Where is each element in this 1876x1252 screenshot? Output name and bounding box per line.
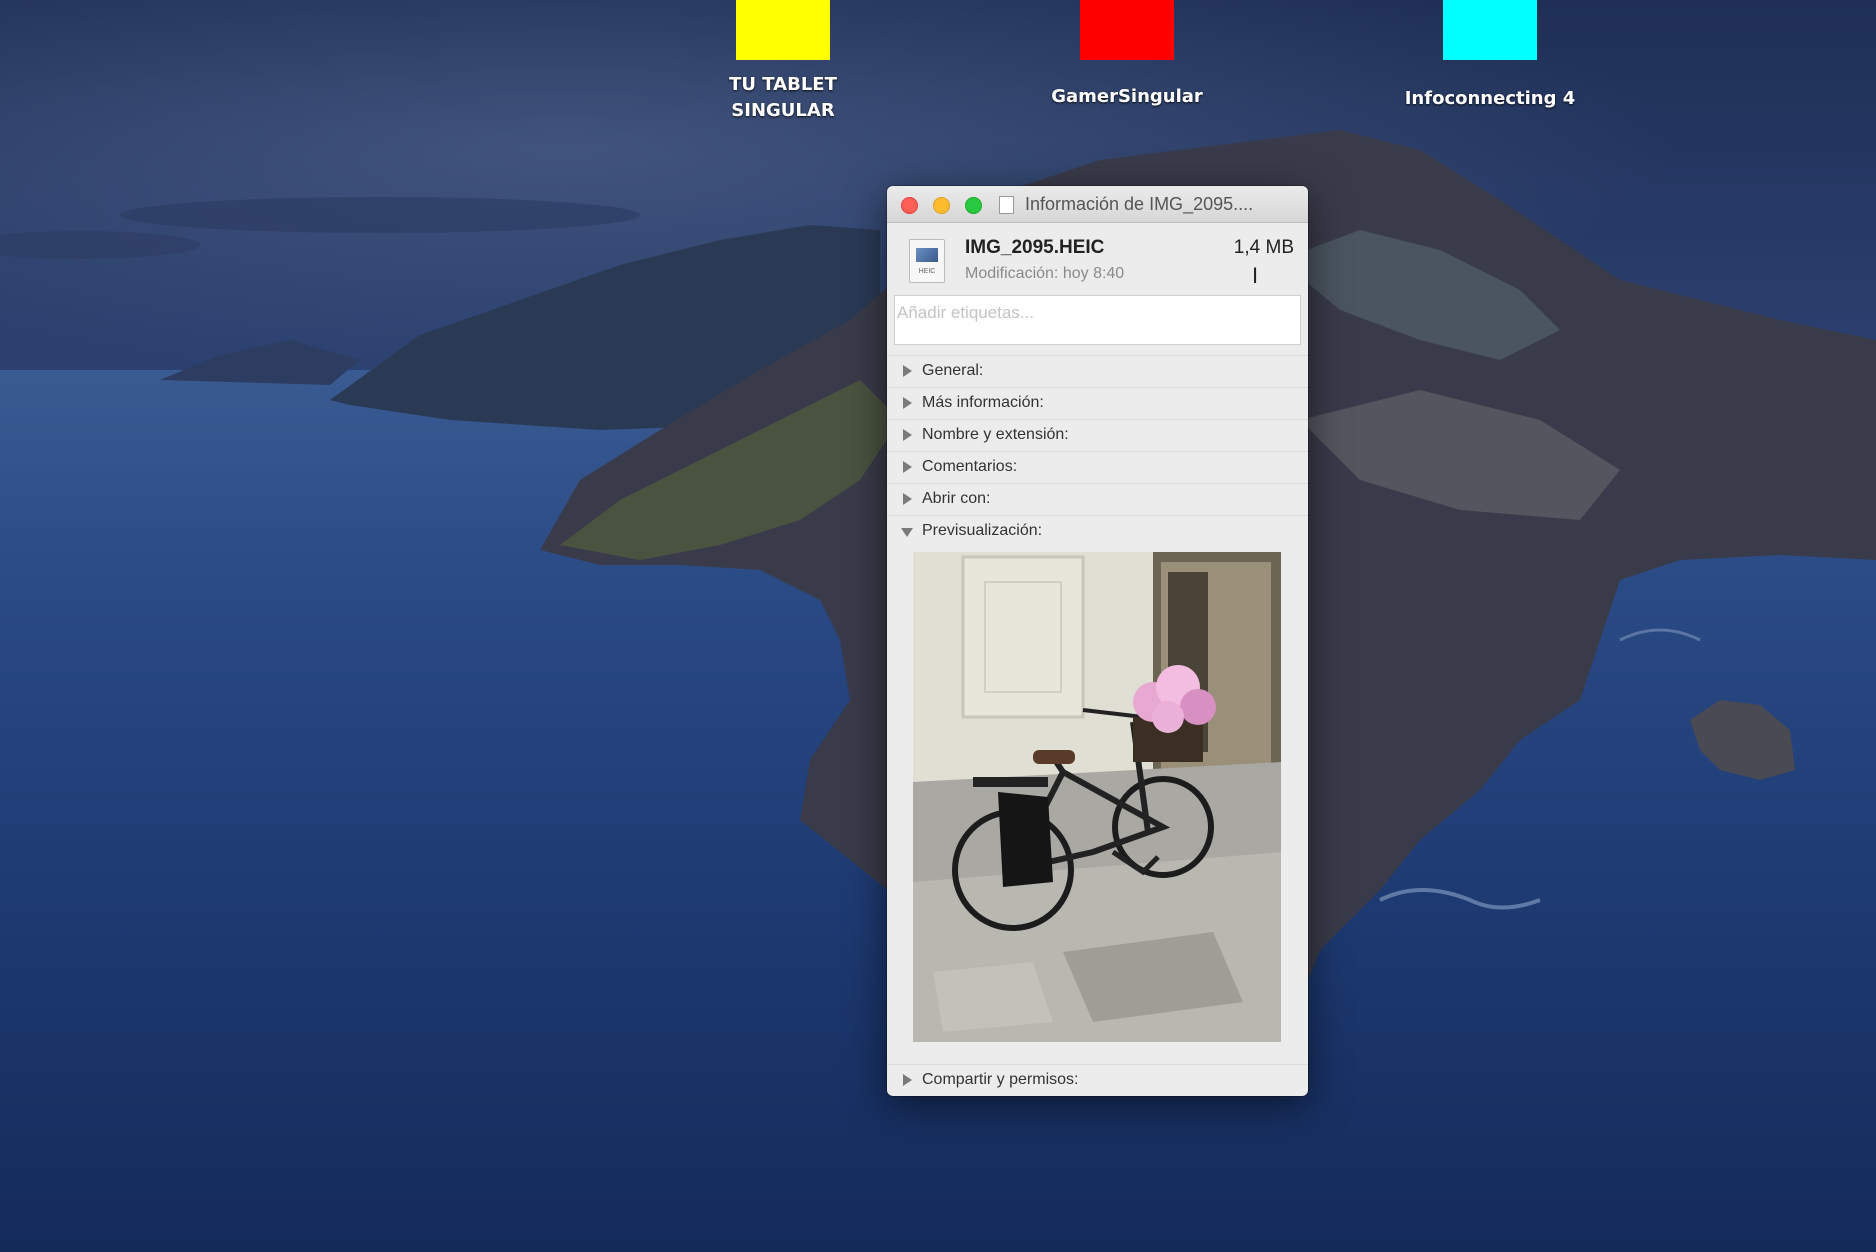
minimize-button[interactable]: [933, 197, 950, 214]
bicycle-photo: [913, 552, 1281, 1042]
document-icon: [999, 196, 1014, 214]
close-button[interactable]: [901, 197, 918, 214]
disclosure-triangle-icon[interactable]: [903, 493, 912, 505]
shortcut-label: Infoconnecting 4: [1404, 88, 1576, 109]
section-label: Nombre y extensión:: [922, 426, 1069, 443]
section-compartir-y-permisos[interactable]: Compartir y permisos:: [887, 1064, 1308, 1096]
disclosure-triangle-icon[interactable]: [903, 461, 912, 473]
disclosure-triangle-open-icon[interactable]: [901, 528, 913, 537]
section-mas-informacion[interactable]: Más información:: [887, 387, 1308, 419]
info-sections: General: Más información: Nombre y exten…: [887, 355, 1308, 547]
file-size: 1,4 MB: [1233, 237, 1294, 258]
section-label: General:: [922, 362, 984, 379]
section-label: Más información:: [922, 394, 1044, 411]
zoom-button[interactable]: [965, 197, 982, 214]
shortcut-label: GamerSingular: [1051, 86, 1203, 107]
section-nombre-y-extension[interactable]: Nombre y extensión:: [887, 419, 1308, 451]
section-abrir-con[interactable]: Abrir con:: [887, 483, 1308, 515]
tags-field-container: [894, 295, 1301, 345]
heic-file-icon: HEIC: [909, 239, 945, 283]
info-window: Información de IMG_2095.... HEIC IMG_209…: [887, 186, 1308, 1096]
disclosure-triangle-icon[interactable]: [903, 397, 912, 409]
tags-input[interactable]: [895, 296, 1300, 344]
text-cursor-icon: I: [1252, 263, 1259, 288]
image-preview: [913, 552, 1281, 1042]
section-previsualizacion[interactable]: Previsualización:: [887, 515, 1308, 547]
bottom-section-container: Compartir y permisos:: [887, 1064, 1308, 1096]
window-title: Información de IMG_2095....: [1025, 194, 1254, 214]
shortcut-thumbnail: [736, 0, 830, 60]
section-label: Abrir con:: [922, 490, 991, 507]
shortcut-thumbnail: [1080, 0, 1174, 60]
file-header: HEIC IMG_2095.HEIC 1,4 MB Modificación: …: [887, 223, 1308, 289]
window-titlebar[interactable]: Información de IMG_2095....: [887, 186, 1308, 223]
desktop-shortcut-tu-tablet-singular[interactable]: TU TABLET SINGULAR: [673, 0, 893, 124]
desktop: TU TABLET SINGULAR GamerSingular Infocon…: [0, 0, 1876, 1252]
section-comentarios[interactable]: Comentarios:: [887, 451, 1308, 483]
section-label: Compartir y permisos:: [922, 1071, 1079, 1088]
file-icon-ext: HEIC: [918, 268, 936, 275]
file-modified: Modificación: hoy 8:40: [965, 265, 1125, 282]
disclosure-triangle-icon[interactable]: [903, 365, 912, 377]
section-label: Previsualización:: [922, 522, 1043, 539]
file-name: IMG_2095.HEIC: [965, 237, 1105, 258]
desktop-shortcut-gamersingular[interactable]: GamerSingular: [1017, 0, 1237, 110]
shortcut-label: TU TABLET SINGULAR: [729, 74, 837, 121]
section-general[interactable]: General:: [887, 355, 1308, 387]
disclosure-triangle-icon[interactable]: [903, 429, 912, 441]
disclosure-triangle-icon[interactable]: [903, 1074, 912, 1086]
desktop-shortcut-infoconnecting-4[interactable]: Infoconnecting 4: [1380, 0, 1600, 112]
section-label: Comentarios:: [922, 458, 1018, 475]
shortcut-thumbnail: [1443, 0, 1537, 60]
